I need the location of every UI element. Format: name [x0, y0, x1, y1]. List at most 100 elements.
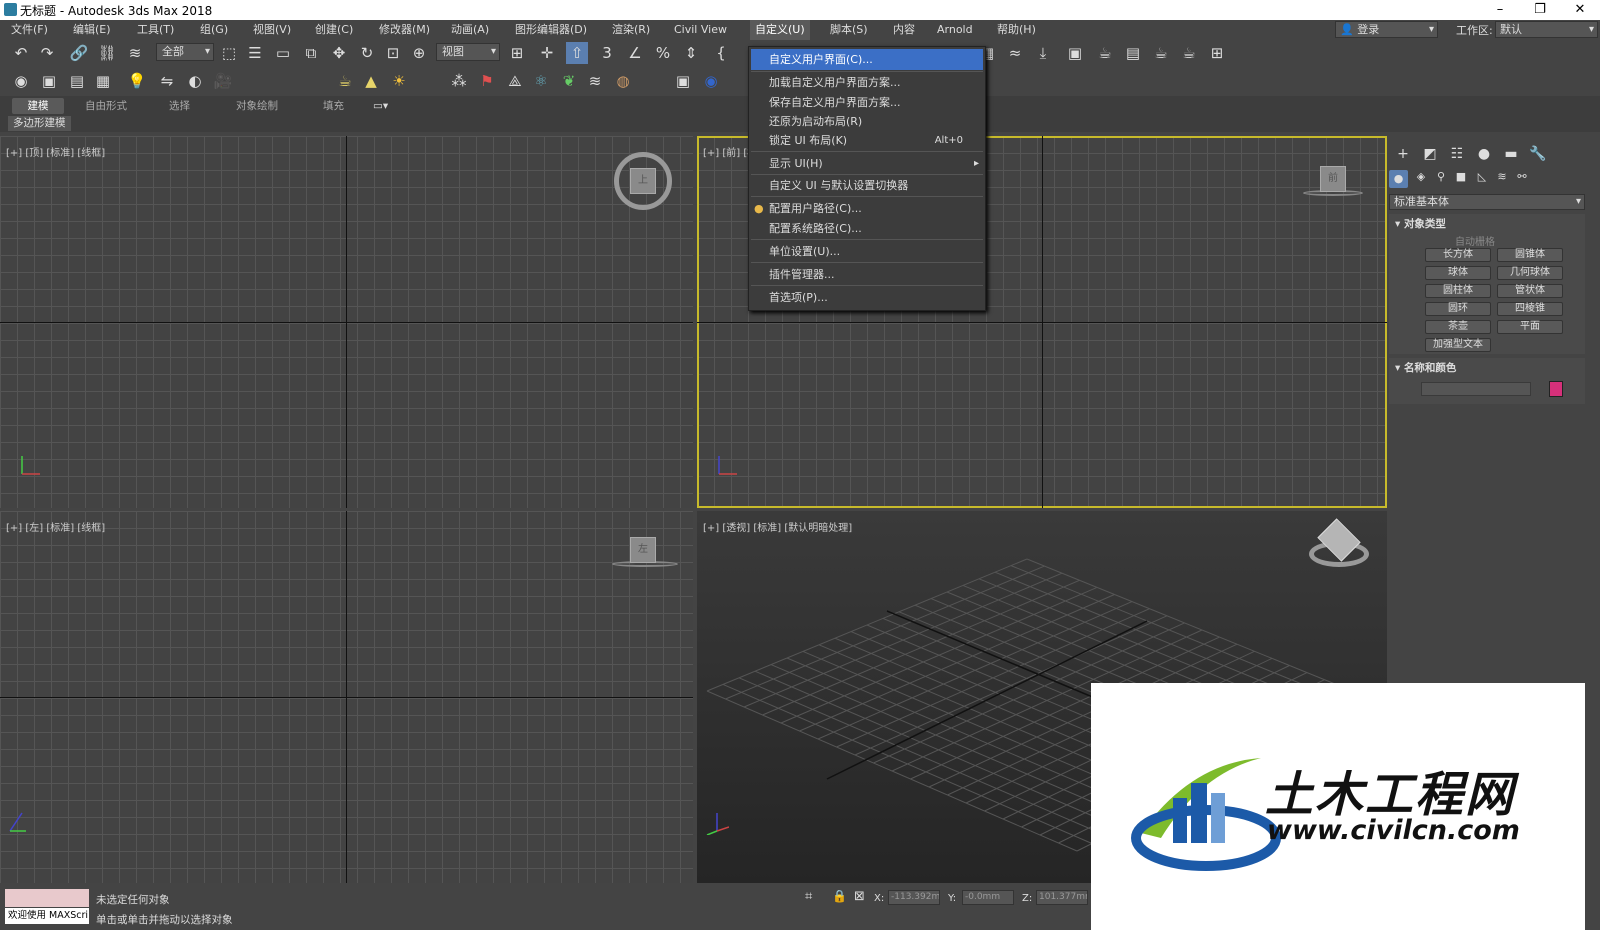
- viewport-top[interactable]: [+] [顶] [标准] [线框] 上: [0, 136, 693, 508]
- object-color-swatch[interactable]: [1549, 381, 1563, 397]
- camera-icon[interactable]: 🎥: [212, 70, 234, 92]
- ribbon-options-icon[interactable]: ▭▾: [366, 98, 395, 114]
- menu-item-show-ui[interactable]: 显示 UI(H) ▸: [751, 153, 983, 174]
- undo-icon[interactable]: ↶: [10, 42, 32, 64]
- utilities-tab-icon[interactable]: 🔧: [1526, 146, 1550, 166]
- cone-button[interactable]: 圆锥体: [1497, 248, 1563, 262]
- create-tab-icon[interactable]: +: [1391, 146, 1415, 166]
- menu-item-plugin-manager[interactable]: 插件管理器...: [751, 264, 983, 285]
- ribbon-tab-populate[interactable]: 填充: [316, 98, 351, 114]
- hair-icon[interactable]: ≋: [584, 70, 606, 92]
- plane-button[interactable]: 平面: [1497, 320, 1563, 334]
- minimize-button[interactable]: –: [1480, 0, 1520, 20]
- render-frame-icon[interactable]: ☕: [1094, 42, 1116, 64]
- render-iterative-icon[interactable]: ☕: [1150, 42, 1172, 64]
- layer-explorer-icon[interactable]: ▣: [38, 70, 60, 92]
- menu-view[interactable]: 视图(V): [248, 20, 296, 40]
- unlink-icon[interactable]: ⛓: [96, 42, 118, 64]
- viewport-label[interactable]: [+] [顶] [标准] [线框]: [6, 144, 105, 159]
- menu-item-load-scheme[interactable]: 加载自定义用户界面方案...: [751, 72, 983, 93]
- rect-selection-icon[interactable]: ▭: [272, 42, 294, 64]
- viewcube[interactable]: 左: [630, 537, 656, 563]
- render-activeshade-icon[interactable]: ☕: [1178, 42, 1200, 64]
- render-elements-icon[interactable]: ▣: [672, 70, 694, 92]
- menu-group[interactable]: 组(G): [195, 20, 233, 40]
- menu-item-lock-ui[interactable]: 锁定 UI 布局(K) Alt+0: [751, 130, 983, 151]
- teapot-icon[interactable]: ☕: [334, 70, 356, 92]
- cameras-icon[interactable]: ■: [1451, 170, 1471, 183]
- select-by-name-icon[interactable]: ☰: [244, 42, 266, 64]
- angle-snap-icon[interactable]: ∠: [624, 42, 646, 64]
- object-name-input[interactable]: [1421, 382, 1531, 396]
- autogrid-checkbox[interactable]: 自动栅格: [1455, 233, 1495, 248]
- torus-button[interactable]: 圆环: [1425, 302, 1491, 316]
- mirror-icon[interactable]: ⇋: [156, 70, 178, 92]
- menu-civil-view[interactable]: Civil View: [669, 20, 732, 40]
- menu-item-preferences[interactable]: 首选项(P)...: [751, 287, 983, 308]
- material-editor-icon[interactable]: ⤓: [1032, 42, 1054, 64]
- viewport-label[interactable]: [+] [左] [标准] [线框]: [6, 519, 105, 534]
- reference-coordinate-dropdown[interactable]: 视图: [436, 43, 500, 61]
- ribbon-tab-modeling[interactable]: 建模: [12, 98, 64, 114]
- spinner-snap-icon[interactable]: ⇕: [680, 42, 702, 64]
- link-icon[interactable]: 🔗: [68, 42, 90, 64]
- menu-animation[interactable]: 动画(A): [446, 20, 494, 40]
- render-setup-icon[interactable]: ▣: [1064, 42, 1086, 64]
- a360-render-icon[interactable]: ⊞: [1206, 42, 1228, 64]
- menu-scripting[interactable]: 脚本(S): [825, 20, 873, 40]
- graphite-tools-icon[interactable]: ▦: [92, 70, 114, 92]
- sphere-button[interactable]: 球体: [1425, 266, 1491, 280]
- geometry-icon[interactable]: ●: [1389, 170, 1408, 188]
- arnold-render-icon[interactable]: ◉: [700, 70, 722, 92]
- teapot-button[interactable]: 茶壶: [1425, 320, 1491, 334]
- restore-button[interactable]: ❐: [1520, 0, 1560, 20]
- viewport-left[interactable]: [+] [左] [标准] [线框] 左: [0, 511, 693, 883]
- display-tab-icon[interactable]: ▬: [1499, 146, 1523, 166]
- ribbon-tab-freeform[interactable]: 自由形式: [78, 98, 134, 114]
- spacewarps-icon[interactable]: ≋: [1492, 170, 1512, 183]
- motion-tab-icon[interactable]: ●: [1472, 146, 1496, 166]
- bind-space-warp-icon[interactable]: ≋: [124, 42, 146, 64]
- geosphere-button[interactable]: 几何球体: [1497, 266, 1563, 280]
- align-icon[interactable]: ◐: [184, 70, 206, 92]
- menu-modifiers[interactable]: 修改器(M): [374, 20, 435, 40]
- menu-file[interactable]: 文件(F): [6, 20, 53, 40]
- ribbon-tab-selection[interactable]: 选择: [162, 98, 197, 114]
- menu-item-user-paths[interactable]: ● 配置用户路径(C)...: [751, 198, 983, 219]
- render-production-icon[interactable]: ▤: [1122, 42, 1144, 64]
- viewcube[interactable]: 上: [630, 168, 656, 194]
- scale-icon[interactable]: ⊡: [382, 42, 404, 64]
- object-type-header[interactable]: ▾ 对象类型: [1395, 216, 1446, 231]
- workspace-dropdown[interactable]: 默认: [1495, 21, 1598, 38]
- viewport-label[interactable]: [+] [透视] [标准] [默认明暗处理]: [703, 519, 852, 534]
- pyramid-button[interactable]: 四棱锥: [1497, 302, 1563, 316]
- menu-tools[interactable]: 工具(T): [132, 20, 179, 40]
- dynamics-icon[interactable]: ⚑: [476, 70, 498, 92]
- isolate-icon[interactable]: ⌗: [805, 889, 812, 904]
- tube-button[interactable]: 管状体: [1497, 284, 1563, 298]
- absolute-mode-icon[interactable]: ⊠: [854, 889, 865, 904]
- menu-item-save-scheme[interactable]: 保存自定义用户界面方案...: [751, 92, 983, 113]
- menu-item-revert-startup[interactable]: 还原为启动布局(R): [751, 111, 983, 132]
- select-manipulate-icon[interactable]: ✛: [536, 42, 558, 64]
- shapes-icon[interactable]: ◈: [1411, 170, 1431, 183]
- percent-snap-icon[interactable]: %: [652, 42, 674, 64]
- systems-icon[interactable]: ⚯: [1512, 170, 1532, 183]
- pivot-center-icon[interactable]: ⊞: [506, 42, 528, 64]
- cylinder-button[interactable]: 圆柱体: [1425, 284, 1491, 298]
- window-crossing-icon[interactable]: ⧉: [300, 42, 322, 64]
- z-coordinate-input[interactable]: 101.377mm: [1036, 890, 1088, 905]
- object-category-dropdown[interactable]: 标准基本体: [1389, 194, 1585, 210]
- schematic-view-icon[interactable]: ≈: [1004, 42, 1026, 64]
- named-selection-icon[interactable]: {: [710, 42, 732, 64]
- atom-icon[interactable]: ⚛: [530, 70, 552, 92]
- xref-icon[interactable]: ⟁: [504, 70, 526, 92]
- rotate-icon[interactable]: ↻: [356, 42, 378, 64]
- menu-item-system-paths[interactable]: 配置系统路径(C)...: [751, 218, 983, 239]
- menu-create[interactable]: 创建(C): [310, 20, 358, 40]
- sun-icon[interactable]: ☀: [388, 70, 410, 92]
- menu-content[interactable]: 内容: [888, 20, 920, 40]
- box-button[interactable]: 长方体: [1425, 248, 1491, 262]
- menu-item-customize-ui[interactable]: 自定义用户界面(C)...: [751, 49, 983, 70]
- menu-arnold[interactable]: Arnold: [932, 20, 978, 40]
